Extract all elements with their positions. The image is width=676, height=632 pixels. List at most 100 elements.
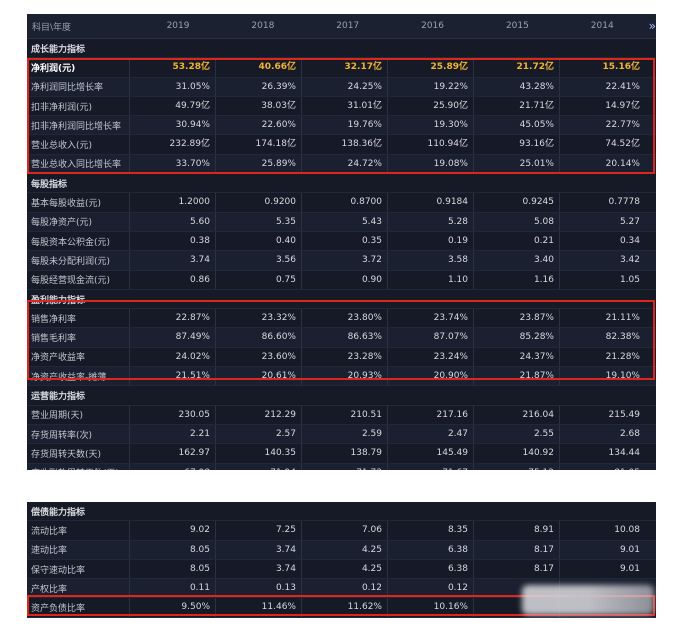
table-row[interactable]: 保守速动比率 8.05 3.74 4.25 6.38 8.17 9.01 (27, 559, 656, 580)
table-row[interactable]: 每股经营现金流(元) 0.86 0.75 0.90 1.10 1.16 1.05 (27, 270, 656, 290)
value-cell: 24.37% (473, 347, 559, 367)
value-cell: 6.38 (387, 540, 473, 559)
table-row[interactable]: 营业总收入(元) 232.89亿 174.18亿 138.36亿 110.94亿 93.1… (27, 135, 656, 155)
value-cell: 145.49 (387, 444, 473, 463)
section-title: 偿债能力指标 (31, 507, 86, 518)
value-cell: 0.13 (215, 579, 301, 598)
table-row[interactable]: 营业总收入同比增长率 33.70% 25.89% 24.72% 19.08% 25.01%… (27, 154, 656, 175)
value-cell: 3.74 (129, 251, 215, 270)
value-cell: 20.90% (387, 367, 473, 386)
value-cell: 0.19 (387, 231, 473, 251)
value-cell: 19.08% (387, 154, 473, 174)
table-row[interactable]: 销售毛利率 87.49% 86.60% 86.63% 87.07% 85.28% 82.38… (27, 328, 656, 348)
table-row[interactable]: 应收账款周转天数(天)67.0871.9471.7371.6775.1281.0… (27, 463, 656, 470)
table-row[interactable]: 净利润同比增长率 31.05% 26.39% 24.25% 19.22% 43.28% 22… (27, 77, 656, 97)
financial-table-top: 科目\年度 2019 2018 2017 2016 2015 2014 » 成长… (27, 14, 656, 470)
value-cell: 1.2000 (129, 193, 215, 212)
year-2016[interactable]: 2016 (390, 21, 475, 31)
table-row[interactable]: 净资产收益率-摊薄 21.51% 20.61% 20.93% 20.90% 21.87% 1… (27, 367, 656, 387)
year-2019[interactable]: 2019 (136, 21, 221, 31)
table-row[interactable]: 净利润(元) 53.28亿 40.66亿 32.17亿 25.89亿 21.72亿 15.1… (27, 58, 656, 78)
value-cell: 134.44 (559, 444, 645, 463)
value-cell: 11.46% (215, 598, 301, 617)
value-cell: 5.35 (215, 212, 301, 231)
value-cell: 3.56 (215, 251, 301, 270)
value-cell: 85.28% (473, 328, 559, 347)
value-cell: 212.29 (215, 405, 301, 424)
header-subject-year: 科目\年度 (32, 22, 72, 33)
section-title: 成长能力指标 (31, 44, 86, 55)
blurred-watermark (522, 585, 654, 615)
row-label: 营业总收入(元) (31, 141, 93, 152)
value-cell: 71.67 (387, 463, 473, 470)
value-cell: 22.77% (559, 116, 645, 135)
value-cell: 3.72 (301, 251, 387, 270)
value-cell: 21.87% (473, 367, 559, 386)
value-cell: 2.21 (129, 424, 215, 444)
value-cell: 230.05 (129, 405, 215, 424)
table-row[interactable]: 扣非净利润同比增长率 30.94% 22.60% 19.76% 19.30% 45.05%… (27, 116, 656, 136)
value-cell: 0.86 (129, 270, 215, 289)
row-label: 净利润同比增长率 (31, 83, 104, 94)
table-row[interactable]: 每股未分配利润(元) 3.74 3.56 3.72 3.58 3.40 3.42 (27, 251, 656, 271)
year-2014[interactable]: 2014 (560, 21, 645, 31)
value-cell: 9.02 (129, 521, 215, 540)
row-label: 资产负债比率 (31, 604, 86, 615)
value-cell: 0.21 (473, 231, 559, 251)
value-cell: 21.28% (559, 347, 645, 367)
value-cell: 74.52亿 (559, 135, 645, 154)
value-cell: 21.71亿 (473, 96, 559, 116)
value-cell: 38.03亿 (215, 96, 301, 116)
value-cell: 31.01亿 (301, 96, 387, 116)
table-row[interactable]: 每股净资产(元) 5.60 5.35 5.43 5.28 5.08 5.27 (27, 212, 656, 232)
value-cell: 3.40 (473, 251, 559, 270)
section-title: 每股指标 (31, 179, 68, 190)
year-2017[interactable]: 2017 (305, 21, 390, 31)
value-cell: 93.16亿 (473, 135, 559, 154)
row-label: 每股经营现金流(元) (31, 276, 111, 287)
value-cell: 26.39% (215, 77, 301, 96)
value-cell: 1.05 (559, 270, 645, 289)
value-cell: 10.16% (387, 598, 473, 617)
year-2015[interactable]: 2015 (475, 21, 560, 31)
row-label: 净资产收益率 (31, 353, 86, 364)
value-cell: 23.32% (215, 309, 301, 328)
value-cell: 0.90 (301, 270, 387, 289)
value-cell: 2.57 (215, 424, 301, 444)
row-label: 存货周转天数(天) (31, 449, 102, 460)
value-cell: 0.12 (387, 579, 473, 598)
value-cell: 0.12 (301, 579, 387, 598)
value-cell: 0.11 (129, 579, 215, 598)
section-header: 成长能力指标 (27, 39, 656, 59)
section-title: 盈利能力指标 (31, 295, 86, 306)
value-cell: 21.72亿 (473, 58, 559, 77)
year-2018[interactable]: 2018 (220, 21, 305, 31)
table-row[interactable]: 营业周期(天) 230.05 212.29 210.51 217.16 216.04 215… (27, 405, 656, 425)
table-row[interactable]: 存货周转天数(天) 162.97 140.35 138.79 145.49 140.92 1… (27, 444, 656, 464)
value-cell: 8.17 (473, 540, 559, 559)
double-chevron-right-icon[interactable]: » (649, 19, 656, 33)
table-row[interactable]: 速动比率 8.05 3.74 4.25 6.38 8.17 9.01 (27, 540, 656, 560)
value-cell: 20.93% (301, 367, 387, 386)
row-label: 速动比率 (31, 546, 68, 557)
value-cell: 2.68 (559, 424, 645, 444)
value-cell: 8.91 (473, 521, 559, 540)
value-cell: 30.94% (129, 116, 215, 135)
row-label: 营业周期(天) (31, 411, 84, 422)
table-body: 成长能力指标净利润(元) 53.28亿 40.66亿 32.17亿 25.89亿 21.7… (27, 39, 656, 470)
value-cell: 140.35 (215, 444, 301, 463)
table-row[interactable]: 销售净利率 22.87% 23.32% 23.80% 23.74% 23.87% 21.11… (27, 309, 656, 329)
row-label: 每股未分配利润(元) (31, 256, 111, 267)
table-row[interactable]: 每股资本公积金(元) 0.38 0.40 0.35 0.19 0.21 0.34 (27, 231, 656, 252)
table-row[interactable]: 流动比率 9.02 7.25 7.06 8.35 8.91 10.08 (27, 521, 656, 541)
value-cell: 215.49 (559, 405, 645, 424)
table-row[interactable]: 扣非净利润(元) 49.79亿 38.03亿 31.01亿 25.90亿 21.71亿 14… (27, 96, 656, 117)
table-row[interactable]: 基本每股收益(元) 1.2000 0.9200 0.8700 0.9184 0.9245 0… (27, 193, 656, 213)
table-row[interactable]: 存货周转率(次) 2.21 2.57 2.59 2.47 2.55 2.68 (27, 424, 656, 445)
table-row[interactable]: 净资产收益率 24.02% 23.60% 23.28% 23.24% 24.37% 21.2… (27, 347, 656, 368)
value-cell: 0.40 (215, 231, 301, 251)
value-cell: 24.72% (301, 154, 387, 174)
value-cell: 19.10% (559, 367, 645, 386)
value-cell: 0.7778 (559, 193, 645, 212)
value-cell: 8.05 (129, 559, 215, 579)
